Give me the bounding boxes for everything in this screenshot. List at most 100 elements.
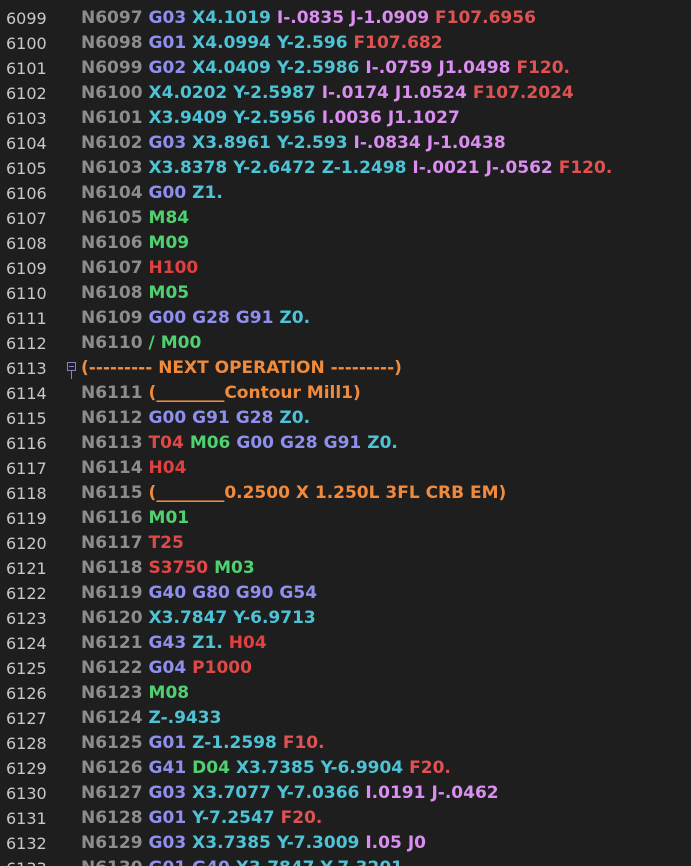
code-line[interactable]: 6117 N6114 H04 (0, 456, 691, 481)
sequence-number: N6117 (81, 533, 143, 553)
code-line[interactable]: 6126 N6123 M08 (0, 681, 691, 706)
axis-word: X4.0202 (148, 83, 228, 103)
sequence-number: N6116 (81, 508, 143, 528)
code-text: N6129 G03 X3.7385 Y-7.3009 I.05 J0 (81, 831, 426, 856)
code-text: N6103 X3.8378 Y-2.6472 Z-1.2498 I-.0021 J-.05… (81, 156, 612, 181)
m-code: M84 (148, 208, 190, 228)
g-code: G28 (192, 308, 230, 328)
code-line[interactable]: 6129 N6126 G41 D04 X3.7385 Y-6.9904 F20. (0, 756, 691, 781)
sequence-number: N6118 (81, 558, 143, 578)
code-line[interactable]: 6103 N6101 X3.9409 Y-2.5956 I.0036 J1.1027 (0, 106, 691, 131)
g-code: G54 (279, 583, 318, 603)
axis-word: X4.1019 (192, 8, 271, 28)
code-text: N6126 G41 D04 X3.7385 Y-6.9904 F20. (81, 756, 451, 781)
axis-word: Z1. (192, 183, 223, 203)
code-text: N6110/M00 (81, 331, 201, 356)
axis-word: Y-2.5987 (233, 83, 316, 103)
code-line[interactable]: 6124 N6121 G43 Z1. H04 (0, 631, 691, 656)
comment: (--------- NEXT OPERATION ---------) (81, 358, 402, 378)
code-text: N6104 G00 Z1. (81, 181, 223, 206)
code-text: N6116 M01 (81, 506, 189, 531)
line-number: 6121 (6, 559, 47, 578)
code-line[interactable]: 6120 N6117 T25 (0, 531, 691, 556)
arc-center-word: I-.0835 (276, 8, 345, 28)
code-line[interactable]: 6106 N6104 G00 Z1. (0, 181, 691, 206)
code-editor[interactable]: 6099 N6097 G03 X4.1019 I-.0835 J-1.0909 F107.6… (0, 0, 691, 866)
code-line[interactable]: 6128 N6125 G01 Z-1.2598 F10. (0, 731, 691, 756)
sequence-number: N6124 (81, 708, 143, 728)
sequence-number: N6102 (81, 133, 143, 153)
feed-rate: F20. (280, 808, 323, 828)
code-line[interactable]: 6111 N6109 G00 G28 G91 Z0. (0, 306, 691, 331)
code-text: N6111 (________Contour Mill1) (81, 381, 361, 406)
axis-word: Z-1.2598 (192, 733, 277, 753)
code-line[interactable]: 6125 N6122 G04 P1000 (0, 656, 691, 681)
code-line[interactable]: 6131 N6128 G01 Y-7.2547 F20. (0, 806, 691, 831)
line-number: 6109 (6, 259, 47, 278)
code-line[interactable]: 6132 N6129 G03 X3.7385 Y-7.3009 I.05 J0 (0, 831, 691, 856)
code-line[interactable]: 6100 N6098 G01 X4.0994 Y-2.596 F107.682 (0, 31, 691, 56)
code-line[interactable]: 6115 N6112 G00 G91 G28 Z0. (0, 406, 691, 431)
axis-word: Y-2.5956 (233, 108, 316, 128)
code-line[interactable]: 6116 N6113 T04 M06 G00 G28 G91 Z0. (0, 431, 691, 456)
arc-center-word: I.0191 (365, 783, 426, 803)
g-code: G03 (148, 783, 187, 803)
axis-word: X3.8378 (148, 158, 228, 178)
code-line[interactable]: 6099 N6097 G03 X4.1019 I-.0835 J-1.0909 F107.6… (0, 6, 691, 31)
fold-toggle-icon[interactable] (67, 362, 76, 371)
sequence-number: N6130 (81, 858, 143, 866)
height-offset: H100 (148, 258, 199, 278)
code-line[interactable]: 6127 N6124 Z-.9433 (0, 706, 691, 731)
line-number: 6101 (6, 59, 47, 78)
feed-rate: F120. (516, 58, 571, 78)
line-number: 6122 (6, 584, 47, 603)
sequence-number: N6126 (81, 758, 143, 778)
sequence-number: N6111 (81, 383, 143, 403)
code-line[interactable]: 6133 N6130 G01 G40 X3.7847 Y-7.3201 (0, 856, 691, 866)
axis-word: Y-2.596 (276, 33, 348, 53)
arc-center-word: I-.0174 (321, 83, 389, 103)
code-line[interactable]: 6110 N6108 M05 (0, 281, 691, 306)
line-number: 6117 (6, 459, 47, 478)
axis-word: Y-2.593 (276, 133, 348, 153)
code-line[interactable]: 6101 N6099 G02 X4.0409 Y-2.5986 I-.0759 J1.049… (0, 56, 691, 81)
g-code: G02 (148, 58, 187, 78)
line-number: 6107 (6, 209, 47, 228)
line-number: 6106 (6, 184, 47, 203)
g-code: G40 (148, 583, 187, 603)
axis-word: Z1. (192, 633, 223, 653)
axis-word: X3.9409 (148, 108, 228, 128)
code-line[interactable]: 6105 N6103 X3.8378 Y-2.6472 Z-1.2498 I-.0021 J… (0, 156, 691, 181)
m-code: M03 (214, 558, 255, 578)
code-line[interactable]: 6113 (--------- NEXT OPERATION ---------) (0, 356, 691, 381)
arc-center-word: J1.1027 (387, 108, 460, 128)
code-line[interactable]: 6118 N6115 (________0.2500 X 1.250L 3FL CR… (0, 481, 691, 506)
line-number: 6127 (6, 709, 47, 728)
line-number: 6114 (6, 384, 47, 403)
code-line[interactable]: 6107 N6105 M84 (0, 206, 691, 231)
code-line[interactable]: 6119 N6116 M01 (0, 506, 691, 531)
code-line[interactable]: 6121 N6118 S3750 M03 (0, 556, 691, 581)
code-line[interactable]: 6108 N6106 M09 (0, 231, 691, 256)
code-text: N6106 M09 (81, 231, 189, 256)
code-line[interactable]: 6112 N6110/M00 (0, 331, 691, 356)
sequence-number: N6107 (81, 258, 143, 278)
line-number: 6126 (6, 684, 47, 703)
g-code: G03 (148, 8, 187, 28)
g-code: G80 (192, 583, 230, 603)
g-code: G01 (148, 808, 187, 828)
line-number: 6100 (6, 34, 47, 53)
code-line[interactable]: 6109 N6107 H100 (0, 256, 691, 281)
line-number: 6130 (6, 784, 47, 803)
code-line[interactable]: 6102 N6100 X4.0202 Y-2.5987 I-.0174 J1.0524 F1… (0, 81, 691, 106)
arc-center-word: I-.0021 (412, 158, 480, 178)
line-number: 6102 (6, 84, 47, 103)
code-line[interactable]: 6130 N6127 G03 X3.7077 Y-7.0366 I.0191 J-.0462 (0, 781, 691, 806)
line-number: 6124 (6, 634, 47, 653)
code-line[interactable]: 6122 N6119 G40 G80 G90 G54 (0, 581, 691, 606)
code-line[interactable]: 6114 N6111 (________Contour Mill1) (0, 381, 691, 406)
axis-word: Z0. (367, 433, 398, 453)
code-line[interactable]: 6104 N6102 G03 X3.8961 Y-2.593 I-.0834 J-1.043… (0, 131, 691, 156)
code-line[interactable]: 6123 N6120 X3.7847 Y-6.9713 (0, 606, 691, 631)
axis-word: Y-7.3201 (321, 858, 403, 866)
